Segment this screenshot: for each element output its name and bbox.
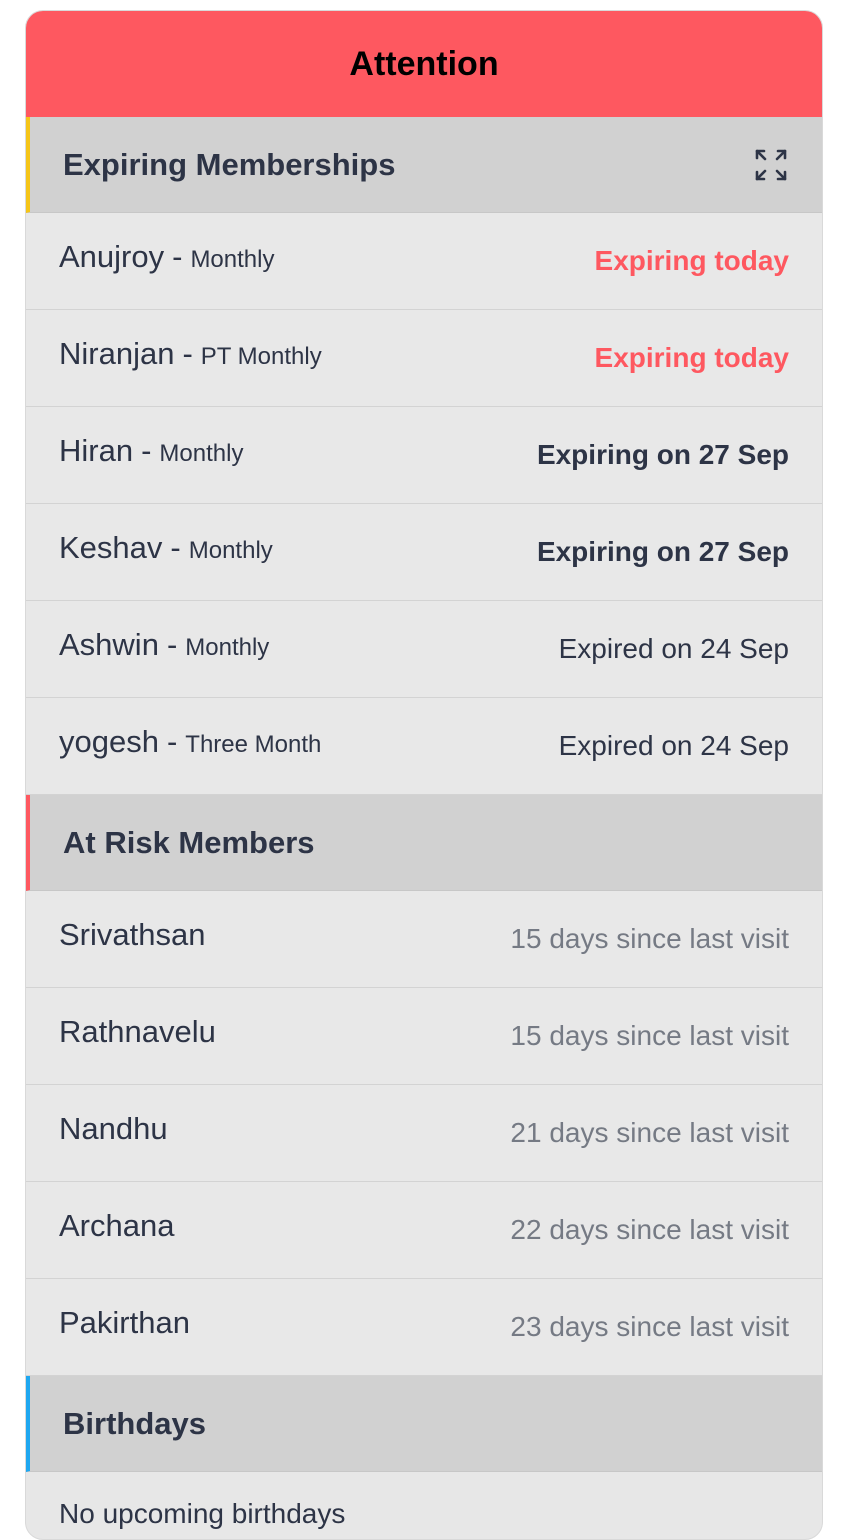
at-risk-row[interactable]: Nandhu 21 days since last visit [26, 1085, 822, 1182]
expiry-status: Expiring today [594, 245, 789, 276]
expand-icon[interactable] [754, 148, 788, 182]
membership-info: Anujroy - Monthly [59, 239, 274, 275]
membership-row[interactable]: Keshav - Monthly Expiring on 27 Sep [26, 504, 822, 601]
separator: - [141, 433, 152, 468]
separator: - [166, 627, 178, 662]
member-name: Srivathsan [59, 917, 206, 952]
at-risk-header: At Risk Members [26, 795, 822, 891]
member-name: Ashwin [59, 627, 159, 662]
plan-name: Three Month [185, 731, 322, 758]
plan-name: PT Monthly [200, 343, 322, 370]
attention-card: Attention Expiring Memberships Anujroy - M… [25, 10, 823, 1540]
member-name: Niranjan [59, 336, 175, 371]
expiry-status: Expiring on 27 Sep [536, 536, 789, 567]
membership-row[interactable]: Anujroy - Monthly Expiring today [26, 213, 822, 310]
member-name: Pakirthan [59, 1305, 190, 1340]
membership-row[interactable]: Hiran - Monthly Expiring on 27 Sep [26, 407, 822, 504]
membership-info: Hiran - Monthly [59, 433, 243, 469]
membership-row[interactable]: Niranjan - PT Monthly Expiring today [26, 310, 822, 407]
card-title: Attention [349, 44, 499, 83]
expiry-status: Expiring today [594, 342, 789, 373]
expiring-memberships-header: Expiring Memberships [26, 117, 822, 213]
last-visit-status: 23 days since last visit [510, 1311, 789, 1342]
member-info: Archana [59, 1208, 174, 1244]
plan-name: Monthly [159, 440, 244, 467]
last-visit-status: 21 days since last visit [510, 1117, 789, 1148]
member-name: Rathnavelu [59, 1014, 216, 1049]
membership-row[interactable]: yogesh - Three Month Expired on 24 Sep [26, 698, 822, 795]
membership-info: Niranjan - PT Monthly [59, 336, 322, 372]
at-risk-row[interactable]: Pakirthan 23 days since last visit [26, 1279, 822, 1376]
expiring-list: Anujroy - Monthly Expiring today Niranjan - PT… [26, 213, 822, 795]
at-risk-row[interactable]: Rathnavelu 15 days since last visit [26, 988, 822, 1085]
member-name: Archana [59, 1208, 175, 1243]
expiry-status: Expiring on 27 Sep [536, 439, 789, 470]
member-name: yogesh [59, 724, 159, 759]
membership-info: Keshav - Monthly [59, 530, 273, 566]
member-name: Anujroy [59, 239, 165, 274]
section-title: At Risk Members [63, 824, 315, 860]
member-info: Rathnavelu [59, 1014, 216, 1050]
plan-name: Monthly [190, 246, 275, 273]
plan-name: Monthly [185, 634, 270, 661]
membership-info: Ashwin - Monthly [59, 627, 269, 663]
birthdays-header: Birthdays [26, 1376, 822, 1472]
separator: - [172, 239, 183, 274]
member-info: Pakirthan [59, 1305, 190, 1341]
member-name: Keshav [59, 530, 163, 565]
separator: - [182, 336, 193, 371]
member-info: Srivathsan [59, 917, 205, 953]
section-title: Birthdays [63, 1405, 206, 1441]
birthdays-empty-text: No upcoming birthdays [59, 1498, 346, 1529]
membership-info: yogesh - Three Month [59, 724, 321, 760]
at-risk-row[interactable]: Archana 22 days since last visit [26, 1182, 822, 1279]
section-title: Expiring Memberships [63, 146, 396, 182]
expiry-status: Expired on 24 Sep [558, 633, 789, 664]
expiry-status: Expired on 24 Sep [558, 730, 789, 761]
separator: - [170, 530, 181, 565]
last-visit-status: 15 days since last visit [510, 1020, 789, 1051]
membership-row[interactable]: Ashwin - Monthly Expired on 24 Sep [26, 601, 822, 698]
separator: - [166, 724, 178, 759]
member-info: Nandhu [59, 1111, 168, 1147]
member-name: Hiran [59, 433, 134, 468]
card-header: Attention [26, 11, 822, 117]
at-risk-list: Srivathsan 15 days since last visit Rathna… [26, 891, 822, 1376]
last-visit-status: 15 days since last visit [510, 923, 789, 954]
at-risk-row[interactable]: Srivathsan 15 days since last visit [26, 891, 822, 988]
member-name: Nandhu [59, 1111, 168, 1146]
last-visit-status: 22 days since last visit [510, 1214, 789, 1245]
plan-name: Monthly [188, 537, 273, 564]
